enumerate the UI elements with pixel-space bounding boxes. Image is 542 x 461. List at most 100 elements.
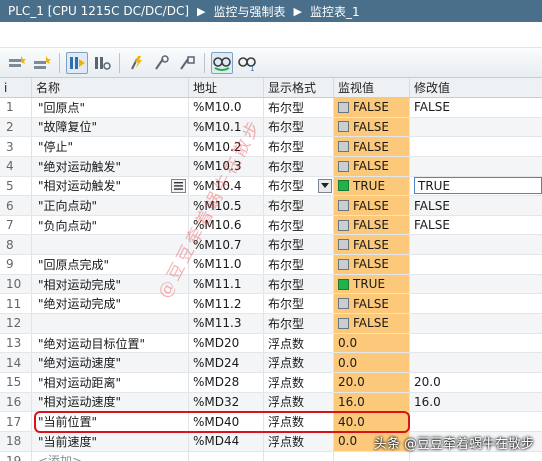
table-row[interactable]: 4 "绝对运动触发" %M10.3 布尔型 FALSE [0,156,542,177]
table-row[interactable]: 14 "绝对运动速度" %MD24 浮点数 0.0 [0,353,542,373]
table-row[interactable]: 6 "正向点动" %M10.5 布尔型 FALSE FALSE [0,196,542,216]
cell-name[interactable]: "回原点" [32,98,189,117]
monitor-values-button[interactable] [66,51,88,74]
table-row[interactable]: 12 %M11.3 布尔型 FALSE [0,314,542,334]
cell-name[interactable]: "当前速度" [32,431,189,451]
cell-modify-value[interactable] [410,314,542,333]
header-format[interactable]: 显示格式 [264,78,334,97]
cell-address[interactable]: %MD28 [189,372,264,392]
tag-picker-icon[interactable] [171,178,186,193]
cell-name[interactable] [32,235,189,255]
cell-modify-value[interactable] [410,412,542,431]
cell-address[interactable]: %MD20 [189,333,264,353]
header-name[interactable]: 名称 [32,78,189,97]
chevron-down-icon[interactable] [318,178,332,193]
modify-value-input[interactable]: TRUE [414,177,542,195]
header-address[interactable]: 地址 [189,78,264,97]
cell-modify-value[interactable]: 16.0 [410,393,542,412]
cell-name[interactable]: "故障复位" [32,117,189,137]
force-button[interactable] [176,52,198,74]
cell-modify-value[interactable]: FALSE [410,216,542,235]
breadcrumb-watch-table[interactable]: 监控表_1 [310,3,360,20]
insert-row-button[interactable] [6,52,28,74]
cell-name[interactable]: "负向点动" [32,215,189,235]
cell-display-format[interactable]: 浮点数 [264,392,334,412]
cell-address[interactable]: %MD44 [189,431,264,451]
cell-modify-value[interactable] [410,334,542,353]
cell-name[interactable]: "相对运动距离" [32,372,189,392]
cell-modify-value[interactable]: FALSE [410,98,542,117]
show-all-button[interactable] [91,52,113,74]
table-row[interactable]: 2 "故障复位" %M10.1 布尔型 FALSE [0,117,542,138]
cell-name[interactable]: "停止" [32,137,189,156]
table-row[interactable]: 9 "回原点完成" %M11.0 布尔型 FALSE [0,255,542,275]
cell-display-format[interactable]: 布尔型 [264,314,334,333]
cell-address[interactable] [189,451,264,461]
table-row[interactable]: 11 "绝对运动完成" %M11.2 布尔型 FALSE [0,294,542,315]
cell-display-format[interactable]: 浮点数 [264,333,334,353]
cell-modify-value[interactable] [410,137,542,156]
cell-address[interactable]: %M11.1 [189,274,264,294]
cell-name[interactable]: <添加> [32,451,189,461]
cell-display-format[interactable] [264,451,334,461]
cell-modify-value[interactable] [410,235,542,254]
cell-address[interactable]: %M11.0 [189,255,264,274]
table-row[interactable]: 8 %M10.7 布尔型 FALSE [0,235,542,256]
cell-modify-value[interactable] [410,255,542,274]
cell-display-format[interactable]: 布尔型 [264,117,334,137]
cell-name[interactable]: "相对运动速度" [32,392,189,412]
cell-modify-value[interactable]: TRUE [410,177,542,196]
cell-monitor-value: FALSE [334,117,410,137]
table-row[interactable]: 16 "相对运动速度" %MD32 浮点数 16.0 16.0 [0,392,542,413]
cell-name[interactable] [32,314,189,333]
cell-display-format[interactable]: 浮点数 [264,353,334,372]
table-row[interactable]: 15 "相对运动距离" %MD28 浮点数 20.0 20.0 [0,372,542,393]
table-row[interactable]: 7 "负向点动" %M10.6 布尔型 FALSE FALSE [0,215,542,236]
cell-name[interactable]: "相对运动触发" [32,176,189,196]
table-row[interactable]: 1 "回原点" %M10.0 布尔型 FALSE FALSE [0,98,542,118]
cell-display-format[interactable]: 浮点数 [264,372,334,392]
table-row[interactable]: 10 "相对运动完成" %M11.1 布尔型 TRUE [0,274,542,295]
cell-modify-value[interactable] [410,452,542,461]
breadcrumb-watch-force[interactable]: 监控与强制表 [213,3,285,20]
cell-display-format[interactable]: 布尔型 [264,196,334,215]
cell-address[interactable]: %M11.2 [189,294,264,314]
cell-display-format[interactable]: 布尔型 [264,215,334,235]
modify-now-button[interactable] [126,52,148,74]
cell-name[interactable]: "绝对运动触发" [32,156,189,176]
cell-display-format[interactable]: 布尔型 [264,156,334,176]
breadcrumb-plc[interactable]: PLC_1 [CPU 1215C DC/DC/DC] [8,4,189,18]
cell-modify-value[interactable] [410,275,542,294]
table-row[interactable]: 19 <添加> [0,451,542,461]
table-row[interactable]: 5 "相对运动触发" %M10.4 布尔型 TRUE TRUE [0,176,542,197]
header-monitor-value[interactable]: 监视值 [334,78,410,97]
cell-display-format[interactable]: 布尔型 [264,137,334,156]
cell-modify-value[interactable] [410,353,542,372]
cell-display-format[interactable]: 布尔型 [264,255,334,274]
modify-trigger-button[interactable] [151,52,173,74]
cell-name[interactable]: "正向点动" [32,196,189,215]
cell-modify-value[interactable] [410,294,542,313]
cell-address[interactable]: %MD24 [189,353,264,372]
cell-address[interactable]: %M11.3 [189,314,264,333]
cell-display-format[interactable]: 布尔型 [264,176,334,196]
cell-display-format[interactable]: 布尔型 [264,294,334,314]
cell-address[interactable]: %MD32 [189,392,264,412]
add-row-button[interactable] [31,52,53,74]
cell-modify-value[interactable] [410,118,542,137]
cell-name[interactable]: "绝对运动目标位置" [32,333,189,353]
cell-address[interactable]: %M10.0 [189,98,264,117]
cell-display-format[interactable]: 浮点数 [264,431,334,451]
cell-display-format[interactable]: 布尔型 [264,274,334,294]
cell-display-format[interactable]: 布尔型 [264,98,334,117]
header-modify-value[interactable]: 修改值 [410,78,542,97]
cell-display-format[interactable]: 布尔型 [264,235,334,255]
table-row[interactable]: 3 "停止" %M10.2 布尔型 FALSE [0,137,542,157]
cell-name[interactable]: "绝对运动速度" [32,353,189,372]
cell-modify-value[interactable]: 20.0 [410,373,542,392]
cell-modify-value[interactable]: FALSE [410,196,542,215]
monitor-once-button[interactable]: 1 [236,52,258,74]
monitor-all-button[interactable] [211,51,233,74]
table-row[interactable]: 13 "绝对运动目标位置" %MD20 浮点数 0.0 [0,333,542,354]
cell-modify-value[interactable] [410,157,542,176]
